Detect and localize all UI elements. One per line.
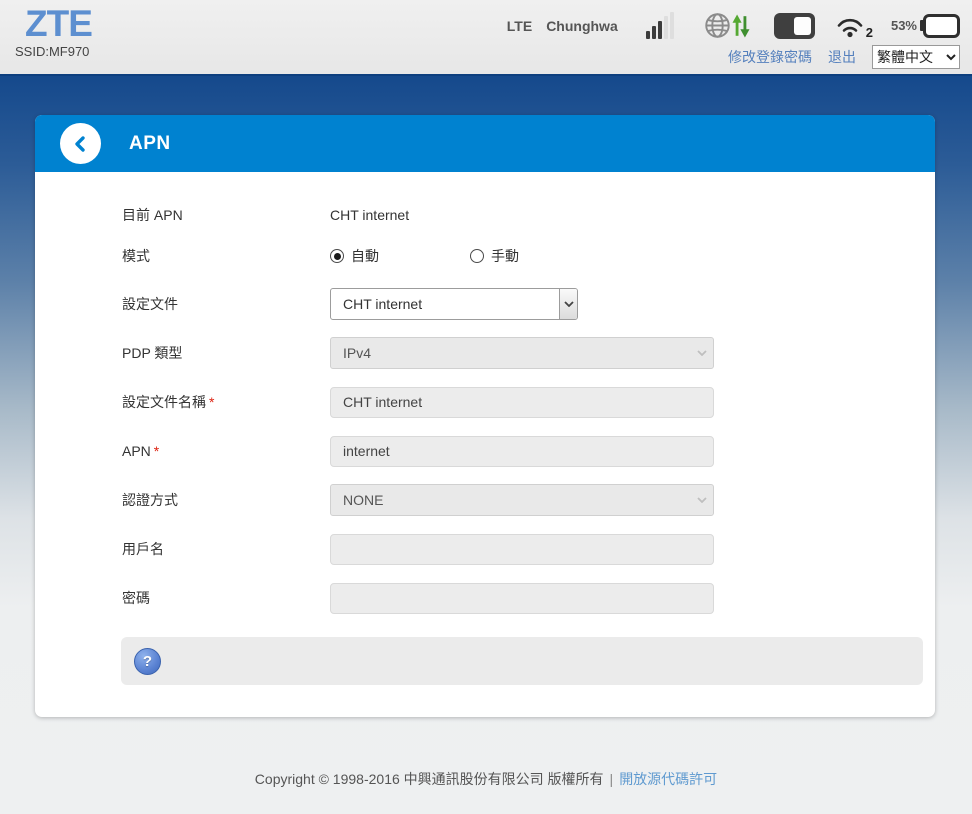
row-apn: APN * xyxy=(122,435,935,467)
wifi-users-indicator: 2 xyxy=(835,14,873,40)
battery-percent: 53% xyxy=(890,18,917,33)
open-source-license-link[interactable]: 開放源代碼許可 xyxy=(619,771,717,787)
sim-card-icon xyxy=(773,12,815,39)
mode-manual-label: 手動 xyxy=(491,248,519,264)
network-type-label: LTE xyxy=(506,17,533,34)
row-pdp-type: PDP 類型 IPv4 xyxy=(122,337,935,369)
password-label: 密碼 xyxy=(122,590,150,606)
globe-icon xyxy=(705,13,730,38)
chevron-down-icon xyxy=(697,497,707,503)
wifi-icon xyxy=(837,18,863,37)
card-title-bar: APN xyxy=(35,115,935,172)
status-bar: LTE Chunghwa 2 53% xyxy=(506,12,960,40)
pdp-type-select-value: IPv4 xyxy=(343,345,372,361)
row-current-apn: 目前 APN CHT internet xyxy=(122,205,935,225)
auth-mode-select: NONE xyxy=(330,484,714,516)
chevron-left-icon xyxy=(74,135,85,152)
current-apn-value: CHT internet xyxy=(330,207,410,223)
signal-strength-icon xyxy=(645,12,674,39)
wifi-client-count: 2 xyxy=(865,24,873,40)
mode-auto-label: 自動 xyxy=(351,248,379,264)
page-title: APN xyxy=(129,132,171,154)
apn-settings-card: APN 目前 APN CHT internet 模式 自動 手動 設定文件 CH… xyxy=(35,115,935,717)
profile-name-label: 設定文件名稱 * xyxy=(122,394,215,410)
footer-separator: | xyxy=(609,771,614,787)
profile-select[interactable]: CHT internet xyxy=(330,288,578,320)
username-input[interactable] xyxy=(330,533,714,565)
profile-select-value: CHT internet xyxy=(343,296,423,312)
chevron-down-icon[interactable] xyxy=(559,289,577,319)
profile-label: 設定文件 xyxy=(122,296,178,312)
row-auth-mode: 認證方式 NONE xyxy=(122,484,935,516)
row-mode: 模式 自動 手動 xyxy=(122,246,935,266)
help-bar: ? xyxy=(121,637,923,685)
radio-icon[interactable] xyxy=(330,249,344,263)
battery-icon xyxy=(923,13,960,38)
apn-label: APN * xyxy=(122,443,160,459)
profile-name-input[interactable] xyxy=(330,386,714,418)
username-label: 用戶名 xyxy=(122,541,164,557)
password-input[interactable] xyxy=(330,582,714,614)
chevron-down-icon xyxy=(697,350,707,356)
ssid-label: SSID:MF970 xyxy=(15,44,90,59)
zte-logo: ZTE xyxy=(25,3,93,44)
logout-link[interactable]: 退出 xyxy=(828,47,856,67)
carrier-label: Chunghwa xyxy=(546,17,618,34)
radio-icon[interactable] xyxy=(470,249,484,263)
page-background: APN 目前 APN CHT internet 模式 自動 手動 設定文件 CH… xyxy=(0,74,972,814)
upload-download-arrows-icon xyxy=(732,14,750,37)
language-select[interactable]: 繁體中文 xyxy=(872,45,960,69)
auth-mode-label: 認證方式 xyxy=(122,492,178,508)
header: ZTE SSID:MF970 LTE Chunghwa 2 53% 修改登錄密碼… xyxy=(0,0,972,74)
row-username: 用戶名 xyxy=(122,533,935,565)
mode-manual-radio[interactable]: 手動 xyxy=(470,246,610,266)
apn-input[interactable] xyxy=(330,435,714,467)
pdp-type-label: PDP 類型 xyxy=(122,345,183,361)
apn-form: 目前 APN CHT internet 模式 自動 手動 設定文件 CHT in… xyxy=(35,172,935,614)
brand-block: ZTE SSID:MF970 xyxy=(15,3,93,60)
mode-auto-radio[interactable]: 自動 xyxy=(330,246,470,266)
help-icon[interactable]: ? xyxy=(134,647,161,675)
required-mark: * xyxy=(209,394,215,410)
row-password: 密碼 xyxy=(122,582,935,614)
row-profile-name: 設定文件名稱 * xyxy=(122,386,935,418)
back-button[interactable] xyxy=(60,123,101,164)
battery-indicator: 53% xyxy=(890,13,960,38)
current-apn-label: 目前 APN xyxy=(122,207,183,223)
change-login-password-link[interactable]: 修改登錄密碼 xyxy=(728,47,812,67)
row-profile: 設定文件 CHT internet xyxy=(122,288,935,320)
copyright-text: Copyright © 1998-2016 中興通訊股份有限公司 版權所有 xyxy=(254,771,604,787)
internet-traffic-icon xyxy=(704,12,750,39)
footer: Copyright © 1998-2016 中興通訊股份有限公司 版權所有 | 開放… xyxy=(0,769,972,789)
pdp-type-select: IPv4 xyxy=(330,337,714,369)
required-mark: * xyxy=(153,443,160,459)
auth-mode-select-value: NONE xyxy=(343,492,384,508)
mode-label: 模式 xyxy=(122,248,150,264)
